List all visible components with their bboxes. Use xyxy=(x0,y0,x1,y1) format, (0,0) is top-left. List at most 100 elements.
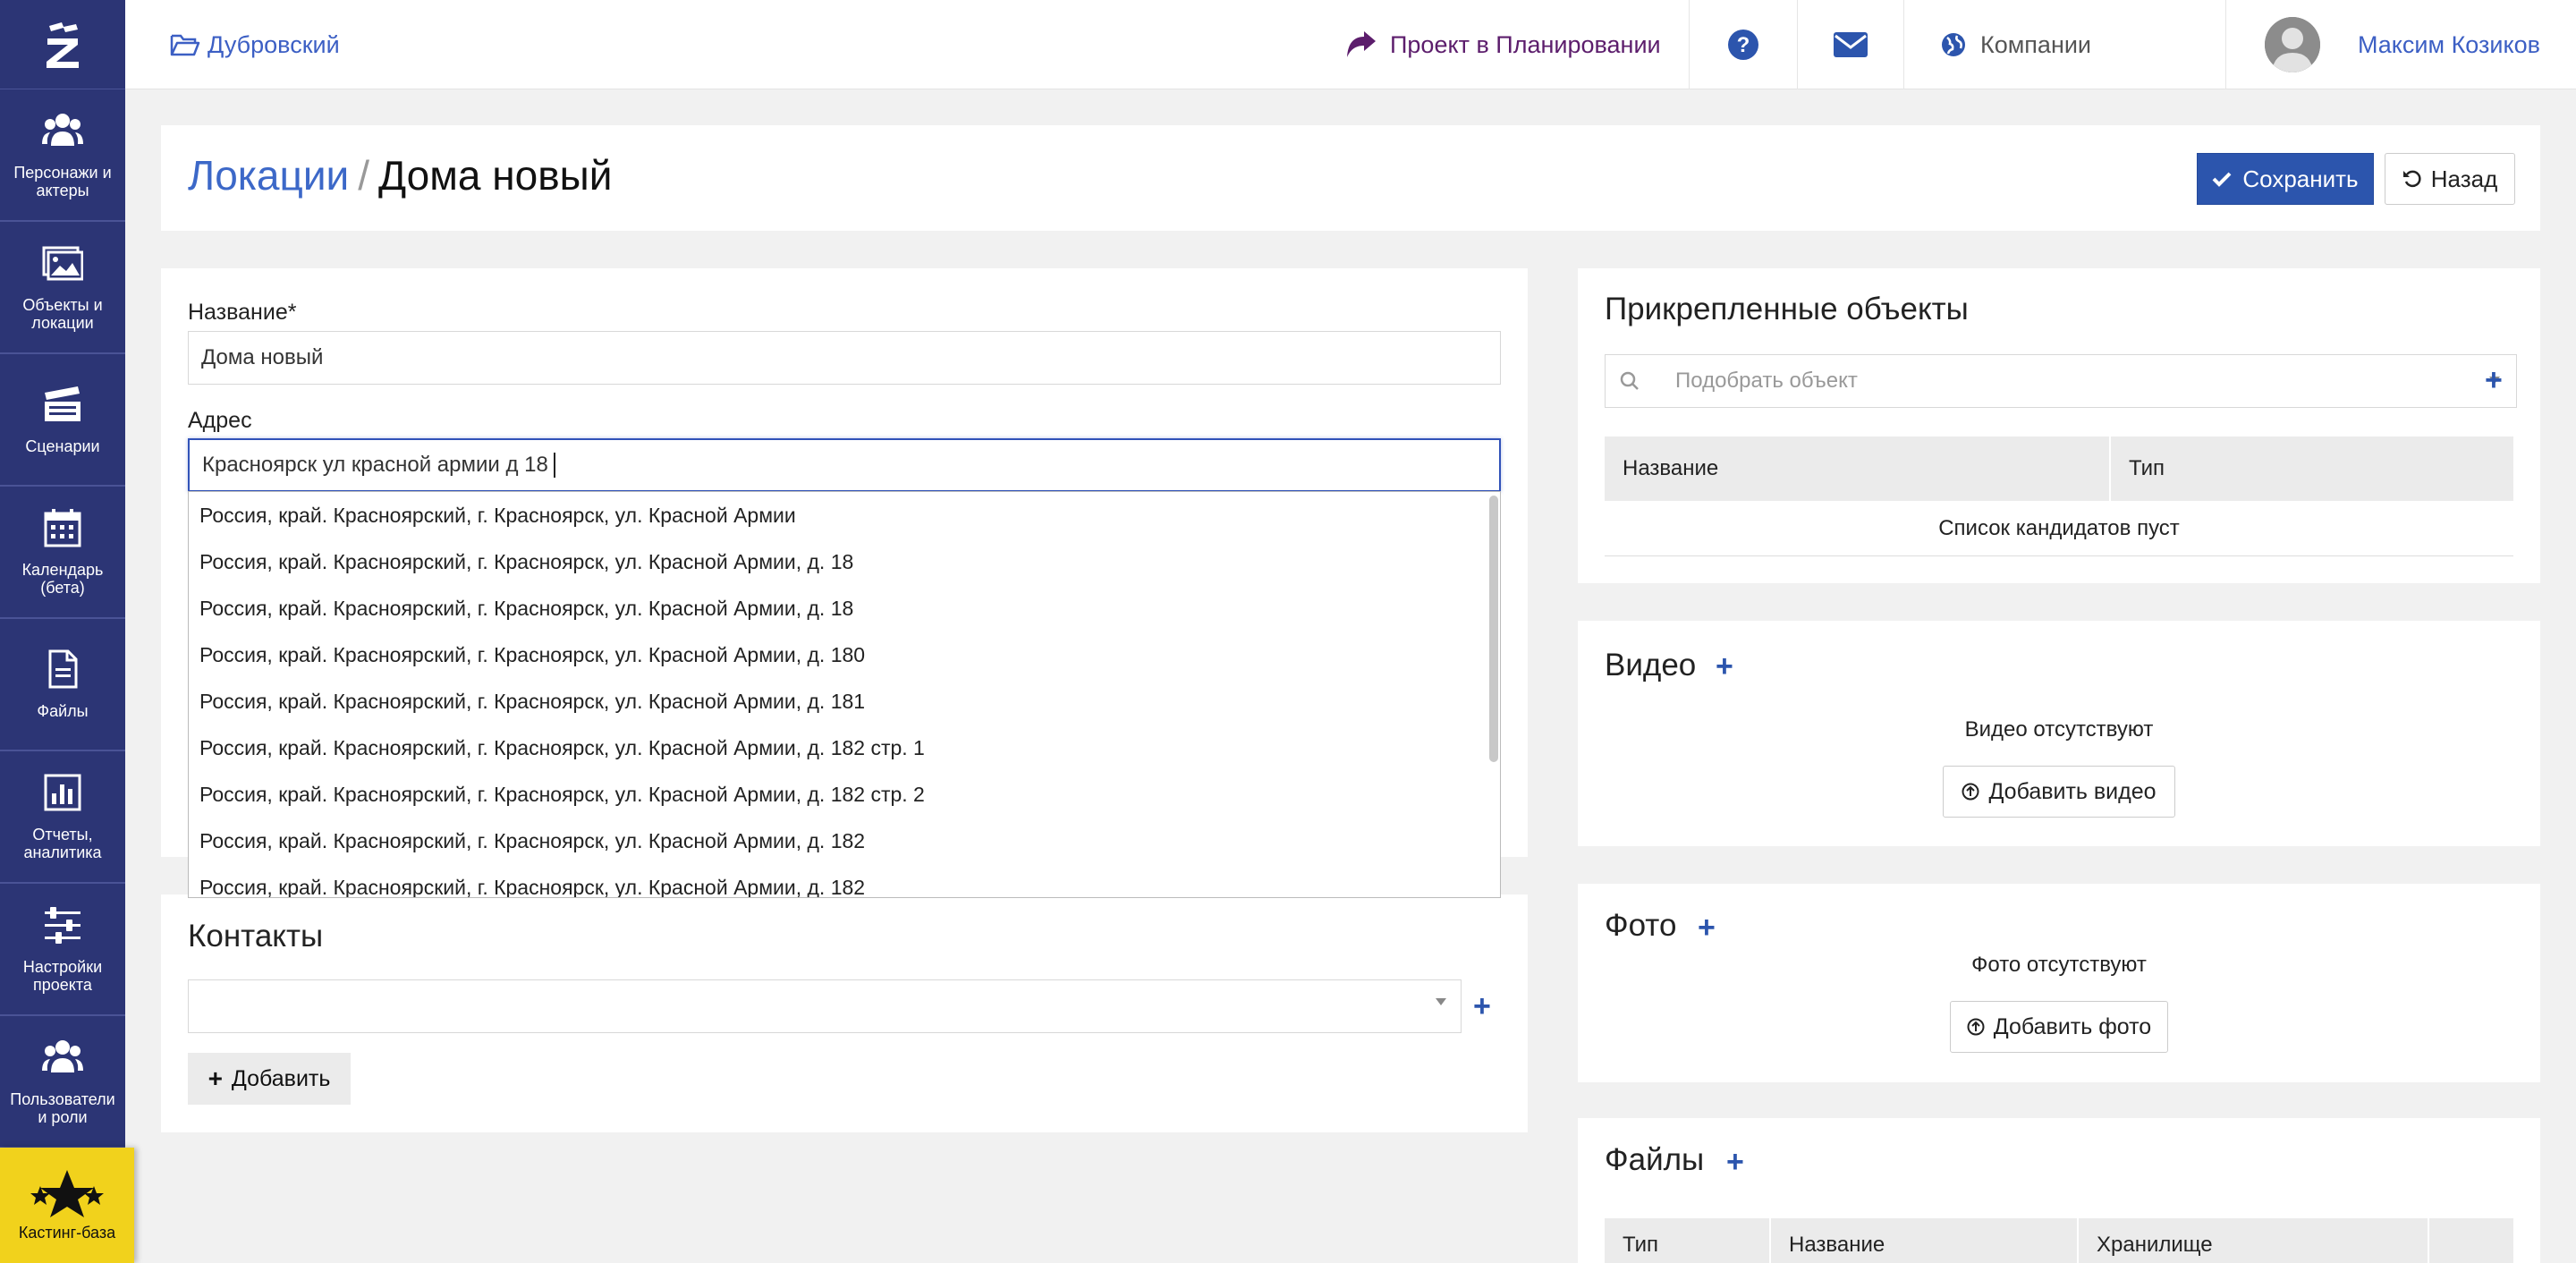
file-icon xyxy=(48,649,78,689)
add-photo-label: Добавить фото xyxy=(1993,1013,2152,1039)
add-object-plus-icon[interactable]: + xyxy=(2485,365,2503,395)
plus-icon: + xyxy=(208,1064,223,1092)
page-title: Дома новый xyxy=(378,152,613,199)
sidebar-item-objects[interactable]: Объекты и локации xyxy=(0,222,125,354)
address-input[interactable]: Красноярск ул красной армии д 18 xyxy=(188,438,1501,492)
project-link[interactable]: Дубровский xyxy=(170,0,340,89)
add-photo-button[interactable]: Добавить фото xyxy=(1950,1001,2168,1053)
video-empty: Видео отсутствуют xyxy=(1964,717,2154,742)
photo-title: Фото xyxy=(1605,908,1677,943)
suggestion-item[interactable]: Россия, край. Красноярский, г. Красноярс… xyxy=(189,818,1500,864)
address-input-value: Красноярск ул красной армии д 18 xyxy=(202,453,548,477)
app-logo[interactable] xyxy=(0,0,125,89)
object-picker[interactable]: Подобрать объект xyxy=(1605,354,2517,408)
add-video-plus-icon[interactable]: + xyxy=(1716,651,1733,682)
avatar xyxy=(2265,17,2320,72)
column-header-storage[interactable]: Хранилище xyxy=(2079,1218,2429,1263)
add-contact-label: Добавить xyxy=(231,1065,331,1091)
calendar-icon xyxy=(44,509,81,547)
suggestion-item[interactable]: Россия, край. Красноярский, г. Красноярс… xyxy=(189,492,1500,538)
save-button-label: Сохранить xyxy=(2242,165,2359,192)
breadcrumb-parent-link[interactable]: Локации xyxy=(188,152,349,199)
add-contact-button[interactable]: + Добавить xyxy=(188,1053,351,1105)
divider xyxy=(1903,0,1904,89)
photo-empty: Фото отсутствуют xyxy=(1971,953,2147,977)
sidebar-item-label: Календарь (бета) xyxy=(21,561,104,597)
suggestion-item[interactable]: Россия, край. Красноярский, г. Красноярс… xyxy=(189,771,1500,818)
sidebar-item-label: Сценарии xyxy=(25,437,100,455)
attached-objects-table-header: Название Тип xyxy=(1605,437,2513,501)
sidebar-item-label: Объекты и локации xyxy=(22,296,103,332)
check-icon xyxy=(2212,172,2232,187)
suggestion-item[interactable]: Россия, край. Красноярский, г. Красноярс… xyxy=(189,632,1500,678)
column-header-type[interactable]: Тип xyxy=(2111,437,2513,501)
undo-icon xyxy=(2402,170,2421,188)
save-button[interactable]: Сохранить xyxy=(2197,153,2374,205)
sidebar-item-users[interactable]: Пользователи и роли xyxy=(0,1016,125,1149)
casting-base-button[interactable]: Кастинг-база xyxy=(0,1148,134,1263)
question-circle-icon: ? xyxy=(1728,30,1758,60)
suggestion-item[interactable]: Россия, край. Красноярский, г. Красноярс… xyxy=(189,725,1500,771)
project-status-label: Проект в Планировании xyxy=(1390,30,1661,58)
address-suggestions-dropdown: Россия, край. Красноярский, г. Красноярс… xyxy=(188,491,1501,898)
sidebar: Персонажи и актеры Объекты и локации Сце… xyxy=(0,0,125,1263)
project-name: Дубровский xyxy=(208,30,340,58)
stars-icon xyxy=(30,1170,104,1217)
add-photo-plus-icon[interactable]: + xyxy=(1698,912,1716,943)
project-status[interactable]: Проект в Планировании xyxy=(1345,0,1661,89)
contacts-select[interactable] xyxy=(188,979,1462,1033)
suggestion-item[interactable]: Россия, край. Красноярский, г. Красноярс… xyxy=(189,864,1500,898)
top-bar: Дубровский Проект в Планировании ? Компа… xyxy=(125,0,2576,89)
column-header-name[interactable]: Название xyxy=(1771,1218,2079,1263)
name-field-label: Название* xyxy=(188,300,296,326)
clapperboard-icon xyxy=(45,386,80,421)
image-icon xyxy=(42,246,83,281)
sidebar-item-files[interactable]: Файлы xyxy=(0,619,125,751)
search-icon xyxy=(1620,371,1639,390)
help-button[interactable]: ? xyxy=(1690,0,1797,89)
address-field-label: Адрес xyxy=(188,408,252,433)
sliders-icon xyxy=(45,907,80,944)
back-button-label: Назад xyxy=(2430,165,2498,192)
sidebar-item-reports[interactable]: Отчеты, аналитика xyxy=(0,751,125,884)
suggestion-item[interactable]: Россия, край. Красноярский, г. Красноярс… xyxy=(189,538,1500,585)
object-picker-placeholder: Подобрать объект xyxy=(1675,369,1858,393)
sidebar-item-label: Пользователи и роли xyxy=(10,1090,115,1126)
breadcrumb-separator: / xyxy=(358,152,370,199)
logo-icon xyxy=(47,21,79,68)
suggestion-item[interactable]: Россия, край. Красноярский, г. Красноярс… xyxy=(189,678,1500,725)
svg-text:?: ? xyxy=(1737,33,1750,57)
messages-button[interactable] xyxy=(1798,0,1903,89)
add-video-button[interactable]: Добавить видео xyxy=(1943,766,2175,818)
globe-icon xyxy=(1942,33,1965,56)
sidebar-item-calendar[interactable]: Календарь (бета) xyxy=(0,487,125,619)
user-menu[interactable]: Максим Козиков xyxy=(2265,0,2540,89)
column-header-name[interactable]: Название xyxy=(1605,437,2111,501)
sidebar-item-label: Персонажи и актеры xyxy=(13,164,112,199)
companies-link[interactable]: Компании xyxy=(1941,0,2091,89)
casting-base-label: Кастинг-база xyxy=(18,1224,116,1242)
dropdown-scrollbar[interactable] xyxy=(1489,496,1498,762)
sidebar-item-scripts[interactable]: Сценарии xyxy=(0,354,125,487)
add-contact-plus-icon[interactable]: + xyxy=(1473,991,1491,1021)
folder-open-icon xyxy=(170,34,200,56)
upload-circle-icon xyxy=(1967,1018,1985,1036)
user-name: Максим Козиков xyxy=(2358,30,2540,58)
suggestion-item[interactable]: Россия, край. Красноярский, г. Красноярс… xyxy=(189,585,1500,632)
files-title: Файлы xyxy=(1605,1142,1705,1177)
sidebar-item-characters[interactable]: Персонажи и актеры xyxy=(0,89,125,222)
breadcrumb: Локации / Дома новый xyxy=(188,148,612,202)
required-asterisk: * xyxy=(287,300,297,325)
caret-down-icon xyxy=(1436,998,1446,1005)
back-button[interactable]: Назад xyxy=(2385,153,2515,205)
add-file-plus-icon[interactable]: + xyxy=(1726,1147,1744,1177)
user-avatar-icon xyxy=(2265,17,2320,72)
contacts-title: Контакты xyxy=(188,919,324,954)
upload-circle-icon xyxy=(1962,783,1979,801)
sidebar-item-settings[interactable]: Настройки проекта xyxy=(0,884,125,1016)
attached-objects-title: Прикрепленные объекты xyxy=(1605,292,1969,326)
users-icon xyxy=(42,1040,83,1072)
column-header-type[interactable]: Тип xyxy=(1605,1218,1771,1263)
name-input[interactable]: Дома новый xyxy=(188,331,1501,385)
attached-objects-empty: Список кандидатов пуст xyxy=(1605,501,2513,556)
